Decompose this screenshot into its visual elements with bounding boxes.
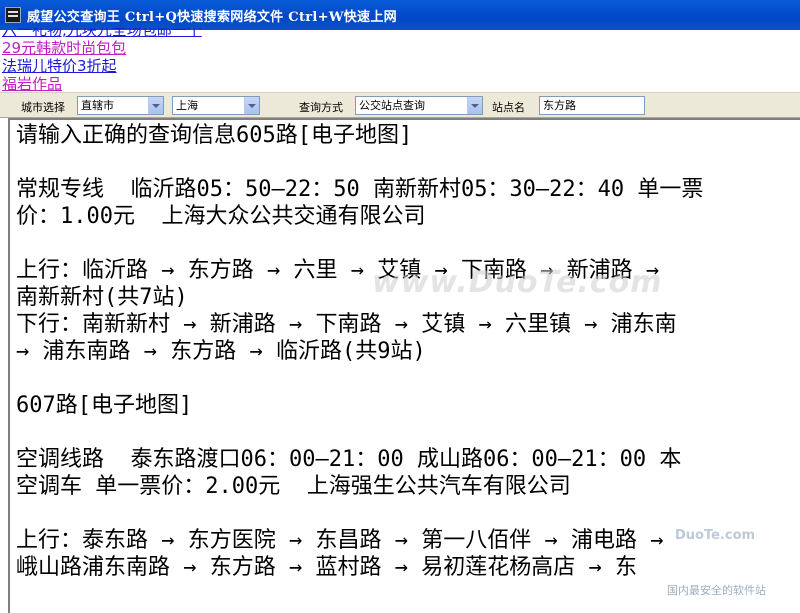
chevron-down-icon[interactable] bbox=[244, 97, 259, 114]
result-text: 请输入正确的查询信息605路[电子地图] 常规专线 临沂路05：50—22：50… bbox=[16, 123, 704, 580]
badge-caption: 国内最安全的软件站 bbox=[667, 584, 766, 597]
query-mode-value: 公交站点查询 bbox=[359, 99, 425, 112]
ad-link[interactable]: 福岩作品 bbox=[2, 76, 62, 93]
mode-label: 查询方式 bbox=[299, 101, 343, 114]
station-input-value: 东方路 bbox=[543, 99, 576, 112]
ad-link[interactable]: 29元韩款时尚包包 bbox=[2, 40, 126, 57]
title-bar[interactable]: 威望公交查询王 Ctrl+Q快速搜索网络文件 Ctrl+W快速上网 bbox=[0, 0, 800, 30]
city-label: 城市选择 bbox=[21, 101, 65, 114]
site-badge: DuoTe.com 国内最安全的软件站 bbox=[655, 528, 800, 613]
ad-link[interactable]: 法瑞儿特价3折起 bbox=[2, 58, 117, 75]
city-select[interactable]: 上海 bbox=[172, 96, 260, 115]
query-toolbar: 城市选择 直辖市 上海 查询方式 公交站点查询 站点名 东方路 bbox=[0, 92, 800, 118]
app-icon bbox=[5, 7, 21, 23]
station-label: 站点名 bbox=[492, 101, 525, 114]
watermark: www.DuoTe.com bbox=[372, 265, 663, 300]
app-window: 威望公交查询王 Ctrl+Q快速搜索网络文件 Ctrl+W快速上网 六一礼物,九… bbox=[0, 0, 800, 613]
ad-links: 六一礼物,九块九全场包邮一个 29元韩款时尚包包 法瑞儿特价3折起 福岩作品 bbox=[0, 28, 800, 92]
station-input[interactable]: 东方路 bbox=[539, 96, 645, 115]
ad-link[interactable]: 六一礼物,九块九全场包邮一个 bbox=[2, 28, 202, 39]
chevron-down-icon[interactable] bbox=[467, 97, 482, 114]
province-select[interactable]: 直辖市 bbox=[77, 96, 164, 115]
badge-logo: DuoTe.com bbox=[675, 528, 756, 543]
chevron-down-icon[interactable] bbox=[148, 97, 163, 114]
window-title: 威望公交查询王 Ctrl+Q快速搜索网络文件 Ctrl+W快速上网 bbox=[27, 9, 397, 25]
province-select-value: 直辖市 bbox=[81, 99, 114, 112]
query-mode-select[interactable]: 公交站点查询 bbox=[355, 96, 483, 115]
city-select-value: 上海 bbox=[176, 99, 198, 112]
